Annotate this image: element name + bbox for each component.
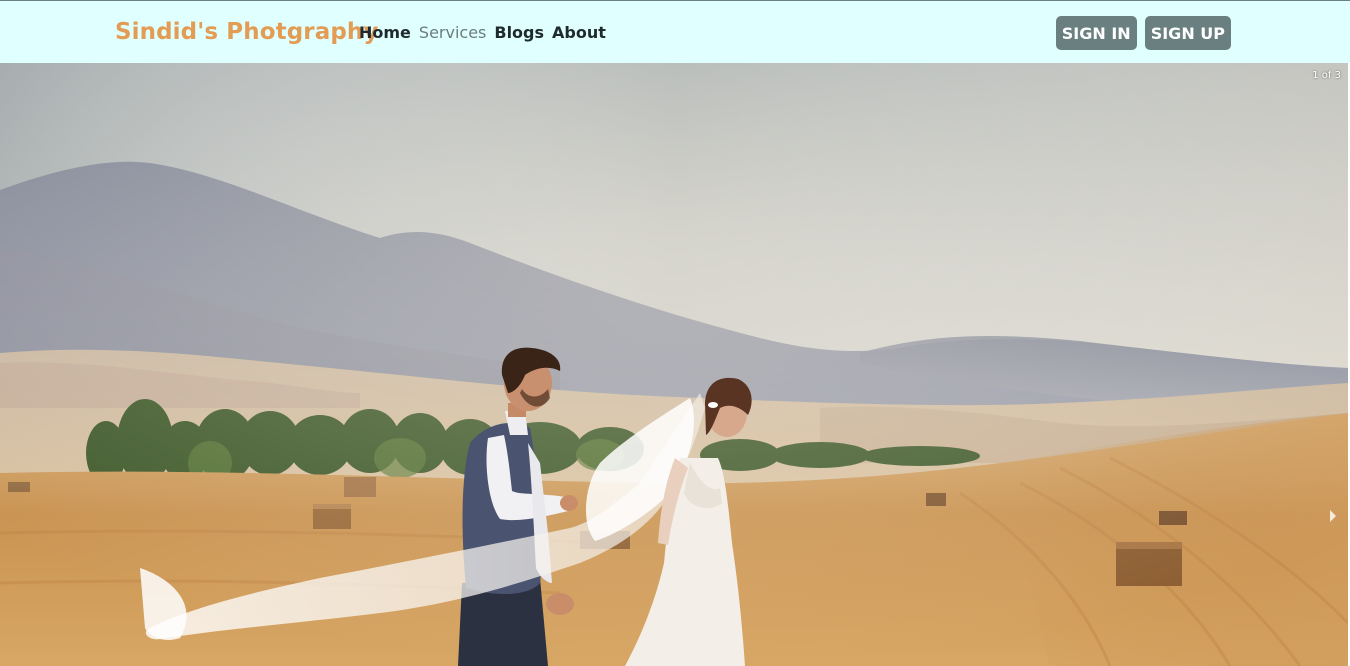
- carousel-counter: 1 of 3: [1312, 70, 1341, 81]
- nav-link-services[interactable]: Services: [419, 23, 486, 42]
- nav-link-about[interactable]: About: [552, 23, 606, 42]
- chevron-right-icon: [1330, 510, 1336, 522]
- auth-buttons: SIGN IN SIGN UP: [1055, 16, 1231, 50]
- sign-in-button[interactable]: SIGN IN: [1055, 16, 1137, 50]
- hero-image: [0, 63, 1348, 666]
- nav-link-home[interactable]: Home: [359, 23, 411, 42]
- carousel-next-button[interactable]: [1326, 505, 1340, 527]
- top-navbar: Sindid's Photgraphy Home Services Blogs …: [0, 0, 1350, 63]
- hero-carousel: 1 of 3: [0, 63, 1348, 666]
- nav-link-blogs[interactable]: Blogs: [494, 23, 544, 42]
- sign-up-button[interactable]: SIGN UP: [1144, 16, 1231, 50]
- nav-menu: Home Services Blogs About: [359, 23, 614, 42]
- brand-logo[interactable]: Sindid's Photgraphy: [115, 19, 378, 45]
